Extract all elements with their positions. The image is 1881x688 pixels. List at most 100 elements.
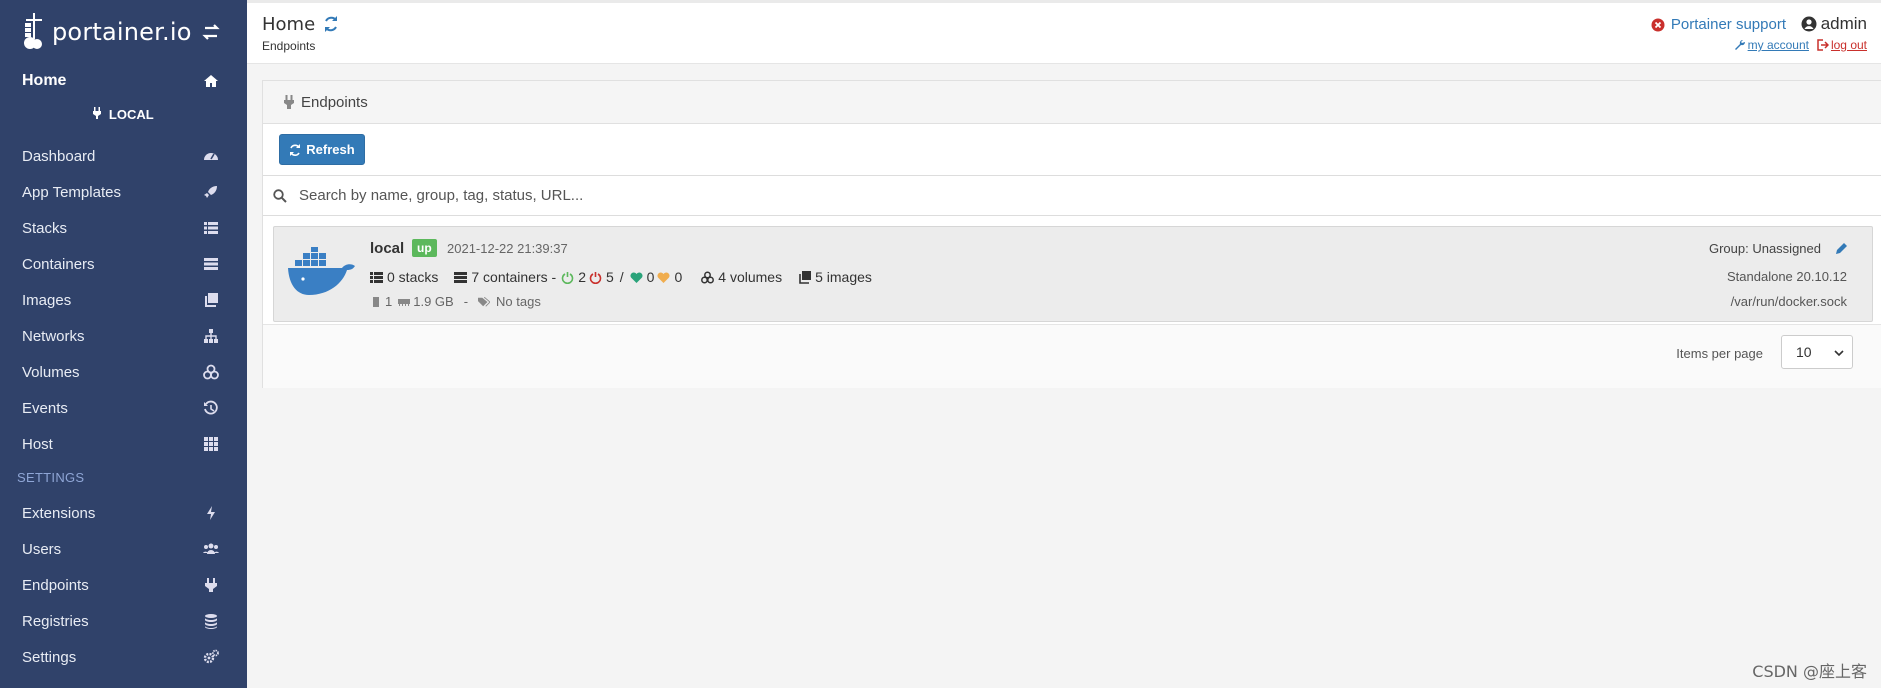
items-per-page-value: 10 [1796,344,1812,360]
clone-icon [205,293,218,307]
widget-title: Endpoints [301,93,368,111]
search-icon [273,188,287,203]
sidebar-item-label: Dashboard [22,147,96,165]
microchip-icon [373,296,379,307]
sidebar-item-label: Stacks [22,219,68,237]
engine-version: Standalone 20.10.12 [1727,269,1847,284]
tachometer-icon [204,153,218,160]
widget-header: Endpoints [263,81,1881,124]
home-icon [204,75,218,87]
endpoint-url: /var/run/docker.sock [1730,294,1847,309]
th-icon [204,437,218,451]
sidebar-item-events[interactable]: Events [0,390,247,426]
sidebar-item-label: Registries [22,612,89,630]
portainer-logo-icon [24,13,42,49]
memory-icon [398,298,411,306]
running-count: 2 [578,269,586,285]
sidebar-item-registries[interactable]: Registries [0,603,247,639]
database-icon [205,614,217,629]
page-header: Home Endpoints Portainer support admin m… [247,0,1881,64]
sidebar-item-label: Networks [22,327,85,345]
sidebar-item-label: Endpoints [22,576,89,594]
sidebar-item-label: Users [22,540,62,558]
sidebar-item-settings[interactable]: Settings [0,639,247,675]
sidebar-item-label: Host [22,435,53,453]
sidebar: portainer.io Home LOCAL Dashboard App Te… [0,0,247,688]
logout-link[interactable]: log out [1817,38,1867,52]
support-link[interactable]: Portainer support [1651,16,1786,33]
tags-icon [478,296,491,307]
refresh-label: Refresh [306,142,355,157]
sidebar-item-users[interactable]: Users [0,531,247,567]
refresh-icon[interactable] [322,15,340,33]
pencil-icon[interactable] [1835,242,1848,255]
sidebar-item-volumes[interactable]: Volumes [0,354,247,390]
sidebar-item-extensions[interactable]: Extensions [0,495,247,531]
account-links: my account log out [1734,38,1867,52]
stats-separator: / [619,269,624,285]
plug-icon [205,578,217,592]
sitemap-icon [204,329,218,343]
settings-section-title: SETTINGS [17,470,85,485]
unhealthy-count: 0 [674,269,683,285]
sidebar-item-label: Images [22,291,72,309]
pagination-footer: Items per page 10 [263,324,1881,388]
breadcrumb: Endpoints [262,39,316,53]
sidebar-item-dashboard[interactable]: Dashboard [0,138,247,174]
sidebar-item-label: App Templates [22,183,121,201]
stacks-count: 0 stacks [387,269,439,285]
docker-whale-icon [288,247,355,295]
sidebar-item-stacks[interactable]: Stacks [0,210,247,246]
sidebar-item-images[interactable]: Images [0,282,247,318]
user-info: admin [1801,14,1867,34]
stopped-count: 5 [605,269,614,285]
page-title: Home [262,14,316,35]
logout-label: log out [1830,38,1867,52]
sidebar-item-endpoints[interactable]: Endpoints [0,567,247,603]
search-input[interactable] [299,187,1499,204]
refresh-button[interactable]: Refresh [279,134,365,165]
items-per-page-select[interactable]: 10 [1781,335,1853,369]
sidebar-item-home[interactable]: Home [0,63,247,99]
cogs-icon [203,649,219,664]
brand-name: portainer.io [52,18,192,46]
status-badge: up [412,239,437,257]
chevron-down-icon [1834,350,1844,357]
group-label: Group: Unassigned [1708,241,1821,256]
sidebar-item-label: Settings [22,648,77,666]
power-running-icon [561,271,574,284]
cpu-count: 1 [385,294,393,309]
brand[interactable]: portainer.io [0,0,247,64]
th-list-icon [204,222,218,234]
heartbeat-unhealthy-icon [657,271,670,283]
times-circle-icon [1651,18,1665,31]
sidebar-item-label: Home [22,72,67,89]
volumes-count: 4 volumes [718,269,783,285]
sidebar-item-host[interactable]: Host [0,426,247,462]
endpoint-group: Group: Unassigned [1709,241,1848,256]
memory-total: 1.9 GB [413,294,454,309]
sidebar-item-app-templates[interactable]: App Templates [0,174,247,210]
sidebar-item-label: Extensions [22,504,96,522]
bolt-icon [207,506,215,520]
sidebar-item-containers[interactable]: Containers [0,246,247,282]
sidebar-item-networks[interactable]: Networks [0,318,247,354]
sign-out-icon [1817,39,1829,51]
header-top-border [247,0,1881,3]
refresh-icon [290,143,301,156]
clone-icon [799,270,812,284]
endpoint-name: local [370,240,405,257]
items-per-page-label: Items per page [1676,346,1763,361]
my-account-link[interactable]: my account [1734,38,1809,52]
healthy-count: 0 [646,269,655,285]
endpoint-item[interactable]: local up 2021-12-22 21:39:37 0 stacks 7 … [273,226,1873,322]
wrench-icon [1734,39,1745,50]
username: admin [1820,14,1867,33]
environment-name: LOCAL [108,107,154,122]
sidebar-item-label: Volumes [22,363,80,381]
support-label: Portainer support [1670,16,1786,33]
endpoint-meta: 1 1.9 GB - No tags [370,294,541,309]
exchange-icon[interactable] [201,24,221,40]
meta-separator: - [463,294,469,309]
search-bar [263,175,1881,216]
